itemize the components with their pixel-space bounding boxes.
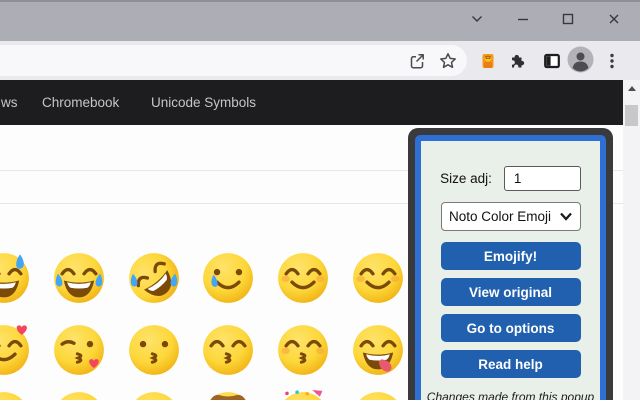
read-help-button[interactable]: Read help <box>440 350 581 378</box>
nav-item-chromebook[interactable]: Chromebook <box>42 80 119 125</box>
go-to-options-button[interactable]: Go to options <box>440 314 581 342</box>
emoji-smiling-face-with-sunglasses[interactable] <box>127 390 181 400</box>
scrollbar-up-arrow-icon[interactable] <box>623 80 640 97</box>
window-close-button[interactable] <box>605 10 623 28</box>
address-bar[interactable] <box>0 45 467 76</box>
emoji-smiling-face-blush[interactable] <box>351 390 405 400</box>
browser-toolbar <box>0 41 640 80</box>
menu-kebab-icon[interactable] <box>606 52 618 70</box>
emoji-smiling-face[interactable] <box>276 251 330 305</box>
page-scrollbar[interactable] <box>623 80 640 400</box>
side-panel-icon[interactable] <box>543 52 561 70</box>
emoji-partying-face[interactable] <box>276 390 330 400</box>
browser-window: ws Chromebook Unicode Symbols Size adj: … <box>0 0 640 400</box>
size-adjust-input[interactable] <box>503 166 581 191</box>
emoji-smiling-face-with-smiling-eyes[interactable] <box>351 251 405 305</box>
emoji-kissing-face-with-smiling-eyes[interactable] <box>201 323 255 377</box>
emoji-rolling-on-the-floor-laughing[interactable] <box>127 251 181 305</box>
emoji-font-select-value: Noto Color Emoji <box>448 209 552 224</box>
extensions-puzzle-icon[interactable] <box>508 52 526 70</box>
emoji-grinning-face-with-sweat[interactable] <box>0 251 31 305</box>
emoji-slightly-smiling-face[interactable] <box>0 390 31 400</box>
emoji-font-select[interactable]: Noto Color Emoji <box>440 202 581 231</box>
profile-avatar[interactable] <box>567 46 594 73</box>
share-icon[interactable] <box>408 52 426 70</box>
emoji-relieved-face[interactable] <box>52 390 106 400</box>
bookmark-star-icon[interactable] <box>439 52 457 70</box>
emoji-face-with-tears-of-joy[interactable] <box>52 251 106 305</box>
nav-item-windows-truncated[interactable]: ws <box>1 80 18 125</box>
emoji-smiling-face-with-tear[interactable] <box>201 251 255 305</box>
scrollbar-thumb[interactable] <box>625 105 638 126</box>
emoji-cowboy-hat-face[interactable] <box>201 390 255 400</box>
emoji-face-savoring-food[interactable] <box>351 323 405 377</box>
emojify-extension-icon[interactable] <box>479 52 497 70</box>
emoji-smiling-face-with-hearts[interactable] <box>0 323 31 377</box>
chevron-down-icon <box>560 212 572 221</box>
emoji-kissing-face-with-closed-eyes[interactable] <box>276 323 330 377</box>
size-adjust-row: Size adj: <box>421 166 600 191</box>
view-original-button[interactable]: View original <box>440 278 581 306</box>
emojify-button[interactable]: Emojify! <box>440 242 581 270</box>
window-chevron-button[interactable] <box>468 10 486 28</box>
window-top-edge <box>0 0 640 2</box>
popup-blue-border: Size adj: Noto Color Emoji Emojify! View… <box>415 135 606 400</box>
extension-popup: Size adj: Noto Color Emoji Emojify! View… <box>408 128 613 400</box>
nav-item-unicode-symbols[interactable]: Unicode Symbols <box>151 80 256 125</box>
popup-content: Size adj: Noto Color Emoji Emojify! View… <box>421 141 600 400</box>
emoji-kissing-face[interactable] <box>127 323 181 377</box>
site-navbar: ws Chromebook Unicode Symbols <box>0 80 623 125</box>
window-minimize-button[interactable] <box>514 10 532 28</box>
window-maximize-button[interactable] <box>559 10 577 28</box>
window-titlebar <box>0 0 640 41</box>
size-adjust-label: Size adj: <box>440 171 492 186</box>
popup-footnote: Changes made from this popup <box>426 390 595 400</box>
emoji-face-blowing-a-kiss[interactable] <box>52 323 106 377</box>
